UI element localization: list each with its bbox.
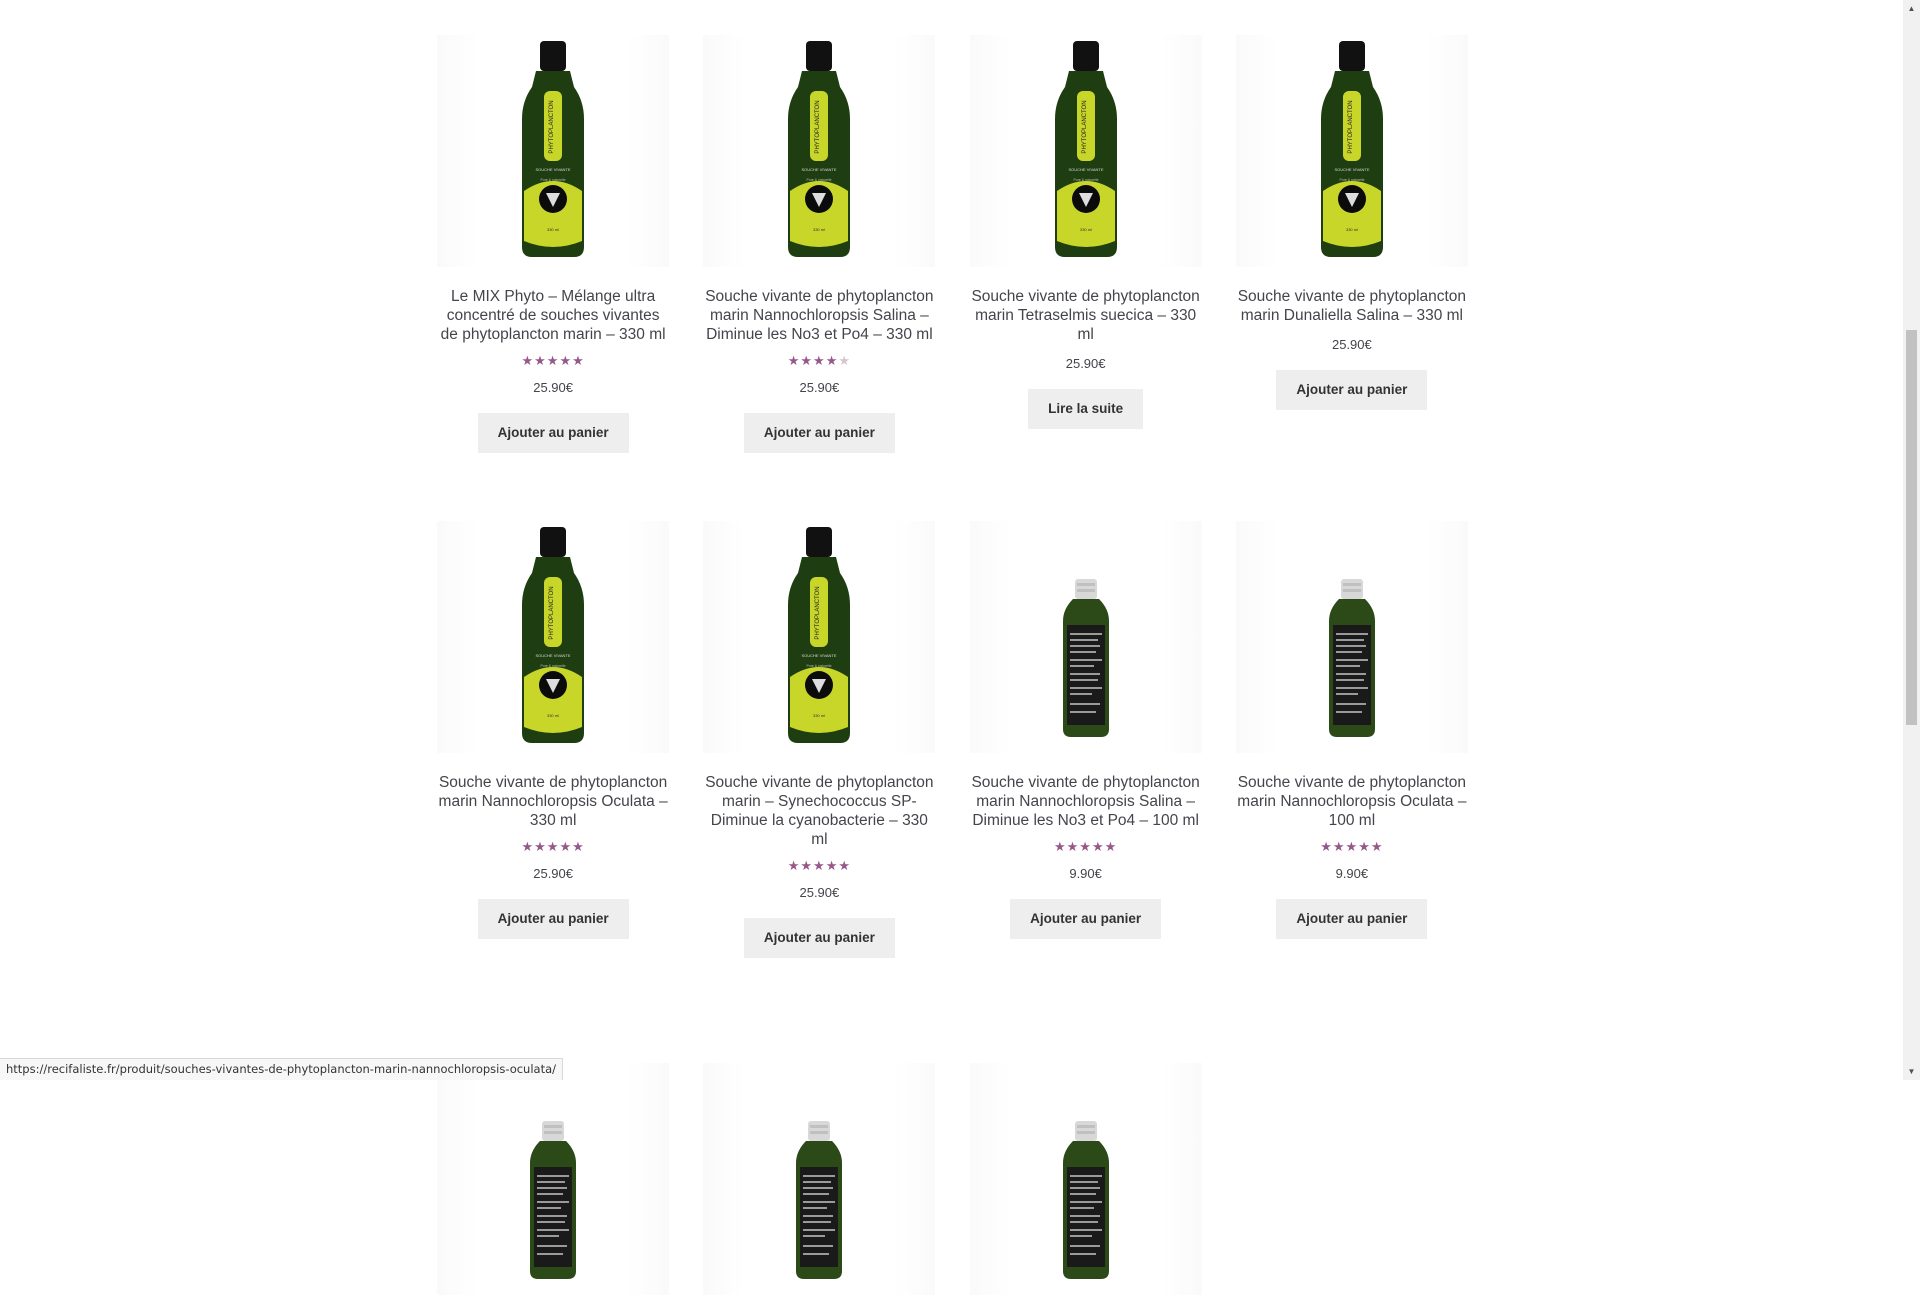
- product-title[interactable]: Souche vivante de phytoplancton marin Na…: [1236, 773, 1468, 830]
- product-price: 9.90€: [1335, 866, 1369, 881]
- product-title[interactable]: Souche vivante de phytoplancton marin Du…: [1236, 287, 1468, 325]
- add-to-cart-button[interactable]: Ajouter au panier: [477, 899, 629, 939]
- product-image[interactable]: PHYTOPLANCTON SOUCHE VIVANTE Pure & natu…: [437, 521, 670, 753]
- bottle-label-brand: PHYTOPLANCTON: [815, 586, 821, 639]
- product-image[interactable]: [969, 1063, 1202, 1295]
- bottle-label-line1: SOUCHE VIVANTE: [802, 653, 837, 658]
- product-card: Souche vivante de phytoplancton marin Na…: [953, 521, 1219, 958]
- scrollbar-thumb[interactable]: [1906, 330, 1917, 725]
- bottle-label-brand: PHYTOPLANCTON: [1348, 100, 1354, 153]
- add-to-cart-button[interactable]: Ajouter au panier: [477, 413, 629, 453]
- star-rating: ★★★★★: [521, 353, 585, 368]
- bottle-label-volume: 330 ml: [813, 713, 825, 718]
- bottle-label-line1: SOUCHE VIVANTE: [802, 167, 837, 172]
- bottle-label-volume: 330 ml: [813, 227, 825, 232]
- bottle-label-line1: SOUCHE VIVANTE: [536, 653, 571, 658]
- vertical-scrollbar[interactable]: ▲ ▼: [1903, 0, 1920, 1080]
- product-price: 25.90€: [1331, 337, 1372, 352]
- product-title[interactable]: Souche vivante de phytoplancton marin Te…: [970, 287, 1202, 344]
- product-title[interactable]: Souche vivante de phytoplancton marin Na…: [703, 287, 935, 344]
- star-rating: ★★★★★: [1053, 839, 1118, 854]
- scroll-down-arrow-icon[interactable]: ▼: [1903, 1063, 1920, 1080]
- product-price: 25.90€: [799, 885, 840, 900]
- product-image[interactable]: [1235, 521, 1468, 753]
- product-image[interactable]: [703, 1063, 936, 1295]
- bottle-label-brand: PHYTOPLANCTON: [549, 586, 555, 639]
- product-title[interactable]: Souche vivante de phytoplancton marin Na…: [970, 773, 1202, 830]
- product-title[interactable]: Le MIX Phyto – Mélange ultra concentré d…: [437, 287, 669, 344]
- product-grid-row-3: [420, 1063, 1485, 1295]
- product-card: [953, 1063, 1219, 1295]
- scroll-up-arrow-icon[interactable]: ▲: [1903, 0, 1920, 17]
- product-image[interactable]: PHYTOPLANCTON SOUCHE VIVANTE Pure & natu…: [703, 35, 936, 267]
- product-card: PHYTOPLANCTON SOUCHE VIVANTE Pure & natu…: [953, 35, 1219, 453]
- add-to-cart-button[interactable]: Ajouter au panier: [1276, 899, 1428, 939]
- add-to-cart-button[interactable]: Ajouter au panier: [1276, 370, 1428, 410]
- bottle-label-brand: PHYTOPLANCTON: [815, 100, 821, 153]
- bottle-label-line1: SOUCHE VIVANTE: [1334, 167, 1369, 172]
- add-to-cart-button[interactable]: Ajouter au panier: [743, 413, 895, 453]
- product-image[interactable]: PHYTOPLANCTON SOUCHE VIVANTE Pure & natu…: [703, 521, 936, 753]
- bottle-label-line1: SOUCHE VIVANTE: [1068, 167, 1103, 172]
- product-grid-row-1: PHYTOPLANCTON SOUCHE VIVANTE Pure & natu…: [420, 35, 1485, 453]
- add-to-cart-button[interactable]: Ajouter au panier: [743, 918, 895, 958]
- product-title[interactable]: Souche vivante de phytoplancton marin Na…: [437, 773, 669, 830]
- product-price: 25.90€: [533, 866, 573, 881]
- product-price: 9.90€: [1069, 866, 1102, 881]
- product-card: Souche vivante de phytoplancton marin Na…: [1219, 521, 1485, 958]
- product-image[interactable]: [969, 521, 1202, 753]
- bottle-label-brand: PHYTOPLANCTON: [549, 100, 555, 153]
- bottle-label-volume: 330 ml: [547, 227, 559, 232]
- product-price: 25.90€: [533, 380, 573, 395]
- read-more-button[interactable]: Lire la suite: [1028, 389, 1144, 429]
- browser-status-url: https://recifaliste.fr/produit/souches-v…: [0, 1058, 564, 1080]
- product-card: PHYTOPLANCTON SOUCHE VIVANTE Pure & natu…: [420, 521, 686, 958]
- star-rating: ★★★★★: [787, 858, 852, 873]
- product-card: PHYTOPLANCTON SOUCHE VIVANTE Pure & natu…: [686, 35, 952, 453]
- product-grid-row-2: PHYTOPLANCTON SOUCHE VIVANTE Pure & natu…: [420, 521, 1485, 958]
- star-rating: ★★★★★: [787, 353, 852, 368]
- product-price: 25.90€: [1065, 356, 1106, 371]
- product-card: PHYTOPLANCTON SOUCHE VIVANTE Pure & natu…: [1219, 35, 1485, 453]
- product-image[interactable]: [437, 1063, 670, 1295]
- star-rating: ★★★★★: [1320, 839, 1384, 854]
- product-card: [420, 1063, 686, 1295]
- product-card: PHYTOPLANCTON SOUCHE VIVANTE Pure & natu…: [420, 35, 686, 453]
- bottle-label-line1: SOUCHE VIVANTE: [536, 167, 571, 172]
- bottle-label-volume: 330 ml: [1080, 227, 1092, 232]
- product-card: [686, 1063, 952, 1295]
- product-price: 25.90€: [799, 380, 840, 395]
- bottle-label-volume: 330 ml: [1346, 227, 1358, 232]
- product-image[interactable]: PHYTOPLANCTON SOUCHE VIVANTE Pure & natu…: [1235, 35, 1468, 267]
- product-image[interactable]: PHYTOPLANCTON SOUCHE VIVANTE Pure & natu…: [437, 35, 670, 267]
- product-title[interactable]: Souche vivante de phytoplancton marin – …: [703, 773, 935, 849]
- add-to-cart-button[interactable]: Ajouter au panier: [1010, 899, 1162, 939]
- product-card: PHYTOPLANCTON SOUCHE VIVANTE Pure & natu…: [686, 521, 952, 958]
- bottle-label-volume: 330 ml: [547, 713, 559, 718]
- bottle-label-brand: PHYTOPLANCTON: [1082, 100, 1088, 153]
- star-rating: ★★★★★: [521, 839, 585, 854]
- product-image[interactable]: PHYTOPLANCTON SOUCHE VIVANTE Pure & natu…: [969, 35, 1202, 267]
